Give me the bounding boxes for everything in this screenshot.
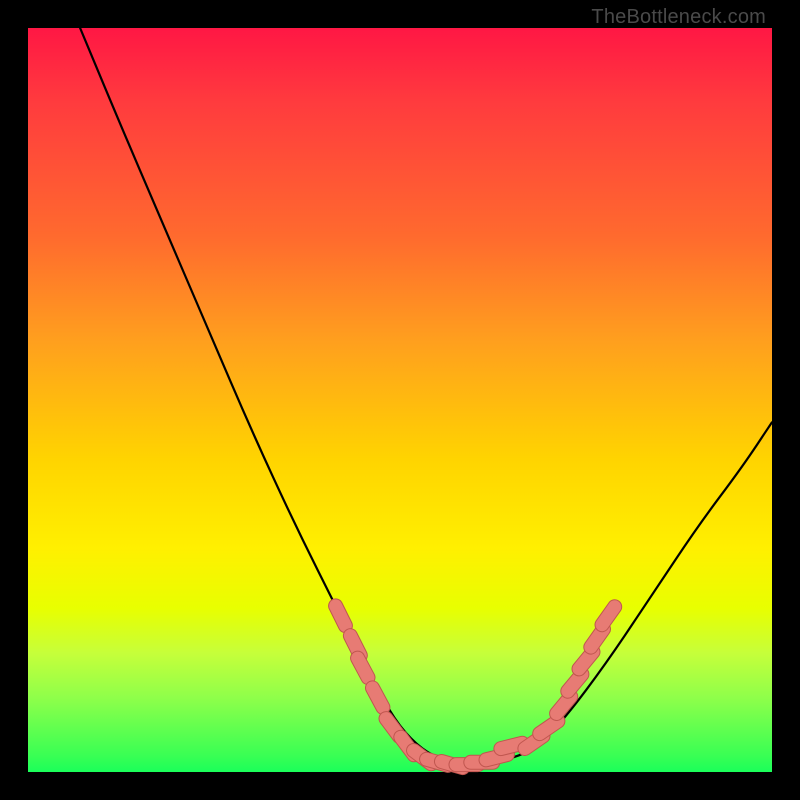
curve-marker <box>336 606 346 626</box>
bottleneck-curve-path <box>80 28 772 764</box>
curve-marker <box>568 674 582 691</box>
curve-marker <box>373 688 383 707</box>
attribution-label: TheBottleneck.com <box>591 6 766 29</box>
chart-frame: TheBottleneck.com <box>0 0 800 800</box>
curve-svg <box>28 28 772 772</box>
plot-area <box>28 28 772 772</box>
curve-markers <box>336 606 615 768</box>
curve-marker <box>358 658 368 677</box>
